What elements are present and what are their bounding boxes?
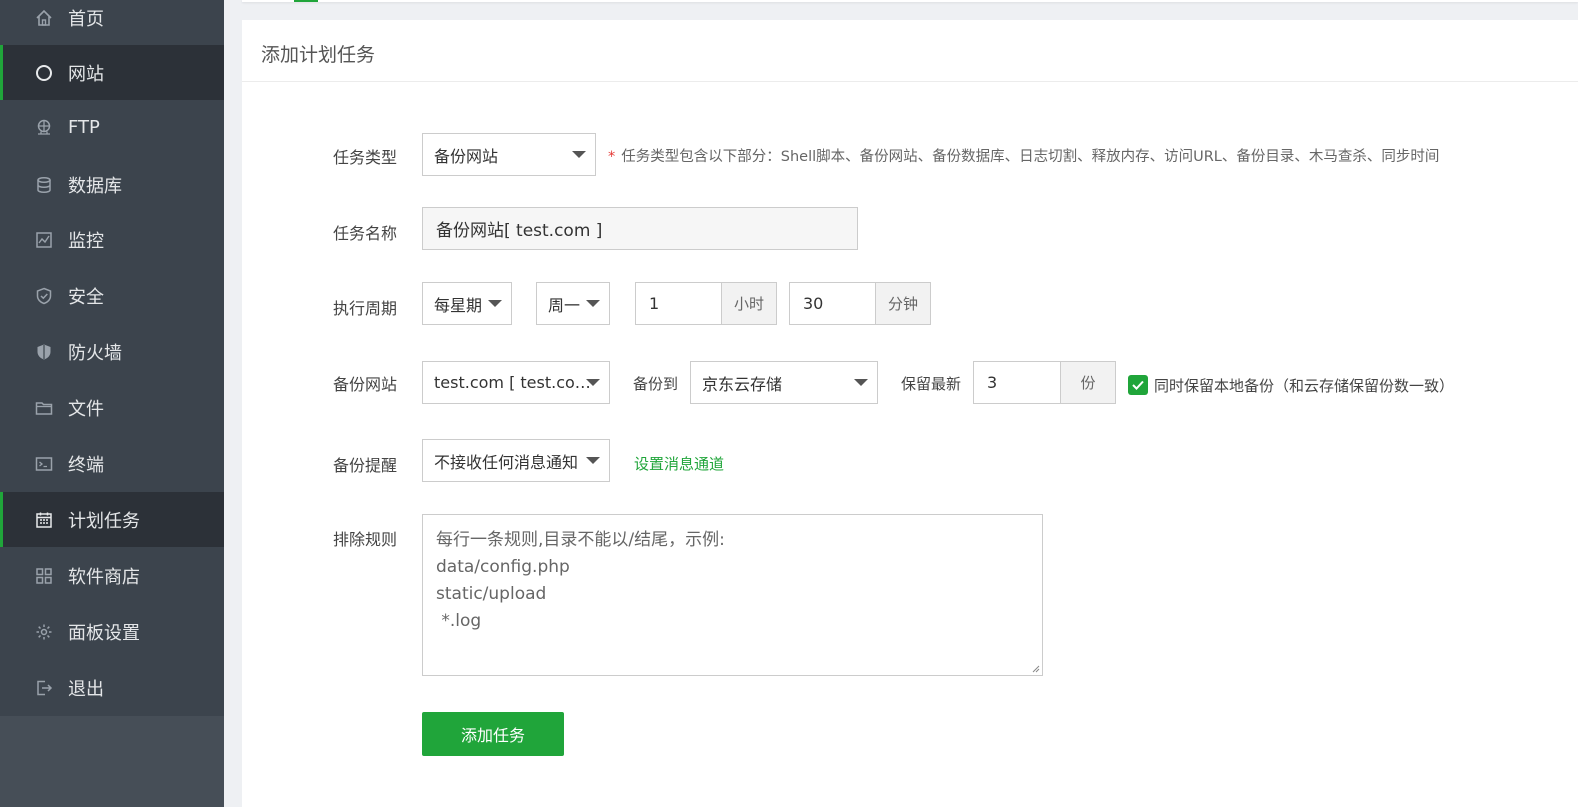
task-type-value: 备份网站 bbox=[434, 146, 499, 166]
sidebar-item-label: 退出 bbox=[68, 678, 104, 700]
sidebar-item-security[interactable]: 安全 bbox=[0, 268, 224, 323]
sidebar-item-cron[interactable]: 计划任务 bbox=[0, 492, 224, 547]
panel-title: 添加计划任务 bbox=[261, 44, 376, 66]
monitor-icon bbox=[34, 230, 54, 250]
sidebar-item-monitor[interactable]: 监控 bbox=[0, 212, 224, 267]
required-star: * bbox=[608, 149, 616, 165]
shield-check-icon bbox=[34, 286, 54, 306]
sidebar-item-database[interactable]: 数据库 bbox=[0, 157, 224, 212]
task-type-hint: * 任务类型包含以下部分：Shell脚本、备份网站、备份数据库、日志切割、释放内存… bbox=[608, 145, 1439, 166]
set-message-channel-link[interactable]: 设置消息通道 bbox=[634, 453, 724, 474]
cycle-label: 执行周期 bbox=[333, 299, 398, 318]
task-type-hint-text: 任务类型包含以下部分：Shell脚本、备份网站、备份数据库、日志切割、释放内存、… bbox=[621, 149, 1440, 165]
sidebar-item-label: 防火墙 bbox=[68, 342, 122, 364]
sidebar-item-ftp[interactable]: FTP bbox=[0, 100, 224, 155]
chevron-down-icon bbox=[854, 379, 868, 386]
sidebar-item-label: 首页 bbox=[68, 8, 104, 30]
task-name-label: 任务名称 bbox=[333, 224, 398, 243]
chevron-down-icon bbox=[586, 457, 600, 464]
apps-grid-icon bbox=[34, 566, 54, 586]
sidebar-item-label: 数据库 bbox=[68, 175, 122, 197]
keep-unit-addon: 份 bbox=[1060, 361, 1116, 404]
keep-local-checkbox[interactable] bbox=[1128, 375, 1148, 395]
keep-local-label: 同时保留本地备份（和云存储保留份数一致） bbox=[1154, 377, 1455, 395]
sidebar-item-label: 终端 bbox=[68, 454, 104, 476]
cycle-period-value: 每星期 bbox=[434, 295, 483, 315]
cycle-hour-input[interactable]: 1 bbox=[635, 282, 722, 325]
ftp-icon bbox=[34, 118, 54, 138]
minute-unit-addon: 分钟 bbox=[875, 282, 931, 325]
exclude-rules-textarea[interactable]: 每行一条规则,目录不能以/结尾，示例: data/config.php stat… bbox=[422, 514, 1043, 676]
backup-site-label: 备份网站 bbox=[333, 375, 398, 394]
exclude-placeholder-line: static/upload bbox=[436, 584, 547, 604]
logout-icon bbox=[34, 678, 54, 698]
home-icon bbox=[34, 8, 54, 28]
sidebar-item-app-store[interactable]: 软件商店 bbox=[0, 548, 224, 603]
calendar-icon bbox=[34, 510, 54, 530]
backup-to-label: 备份到 bbox=[633, 375, 679, 393]
sidebar: 首页 网站 FTP 数据库 监控 安全 防火墙 文件 终端 计划任务 软件商店 … bbox=[0, 0, 224, 807]
folder-icon bbox=[34, 398, 54, 418]
active-tab-indicator bbox=[294, 0, 318, 2]
notify-label: 备份提醒 bbox=[333, 456, 398, 475]
sidebar-item-logout[interactable]: 退出 bbox=[0, 660, 224, 715]
sidebar-item-files[interactable]: 文件 bbox=[0, 380, 224, 435]
cycle-period-select[interactable]: 每星期 bbox=[422, 282, 512, 325]
add-cron-panel: 添加计划任务 任务类型 备份网站 * 任务类型包含以下部分：Shell脚本、备份网… bbox=[242, 20, 1578, 807]
sidebar-item-label: 安全 bbox=[68, 286, 104, 308]
sidebar-item-label: FTP bbox=[68, 117, 100, 138]
resize-handle-icon[interactable] bbox=[1030, 663, 1040, 673]
sidebar-item-label: 面板设置 bbox=[68, 622, 140, 644]
task-name-value: 备份网站[ test.com ] bbox=[436, 221, 603, 241]
sidebar-item-label: 网站 bbox=[68, 63, 104, 85]
hour-unit-addon: 小时 bbox=[721, 282, 777, 325]
firewall-icon bbox=[34, 342, 54, 362]
sidebar-item-label: 文件 bbox=[68, 398, 104, 420]
backup-to-select[interactable]: 京东云存储 bbox=[690, 361, 878, 404]
sidebar-item-label: 计划任务 bbox=[68, 510, 140, 532]
cycle-weekday-select[interactable]: 周一 bbox=[536, 282, 610, 325]
sidebar-item-website[interactable]: 网站 bbox=[0, 45, 224, 100]
database-icon bbox=[34, 175, 54, 195]
exclude-placeholder-line: 每行一条规则,目录不能以/结尾，示例: bbox=[436, 530, 725, 550]
task-name-input[interactable]: 备份网站[ test.com ] bbox=[422, 207, 858, 250]
keep-latest-value: 3 bbox=[987, 373, 998, 392]
checkmark-icon bbox=[1132, 380, 1144, 390]
cycle-minute-value: 30 bbox=[803, 294, 824, 313]
backup-site-value: test.com [ test.com ] bbox=[434, 373, 592, 392]
sidebar-item-label: 软件商店 bbox=[68, 566, 140, 588]
sidebar-item-label: 监控 bbox=[68, 230, 104, 252]
exclude-placeholder-line: *.log bbox=[436, 611, 482, 631]
sidebar-item-home[interactable]: 首页 bbox=[0, 0, 224, 45]
cycle-minute-input[interactable]: 30 bbox=[789, 282, 876, 325]
chevron-down-icon bbox=[586, 379, 600, 386]
sidebar-item-firewall[interactable]: 防火墙 bbox=[0, 324, 224, 379]
cycle-hour-value: 1 bbox=[649, 294, 660, 313]
exclude-label: 排除规则 bbox=[333, 530, 398, 549]
sidebar-item-panel-settings[interactable]: 面板设置 bbox=[0, 604, 224, 659]
cycle-weekday-value: 周一 bbox=[548, 295, 581, 315]
chevron-down-icon bbox=[488, 300, 502, 307]
chevron-down-icon bbox=[586, 300, 600, 307]
panel-divider bbox=[242, 81, 1578, 82]
terminal-icon bbox=[34, 454, 54, 474]
backup-site-select[interactable]: test.com [ test.com ] bbox=[422, 361, 610, 404]
top-tab-strip bbox=[242, 0, 1578, 2]
task-type-label: 任务类型 bbox=[333, 148, 398, 167]
sidebar-item-terminal[interactable]: 终端 bbox=[0, 436, 224, 491]
task-type-select[interactable]: 备份网站 bbox=[422, 133, 596, 176]
sidebar-footer bbox=[0, 716, 224, 807]
notify-select[interactable]: 不接收任何消息通知 bbox=[422, 439, 610, 482]
chevron-down-icon bbox=[572, 151, 586, 158]
gear-icon bbox=[34, 622, 54, 642]
add-task-button[interactable]: 添加任务 bbox=[422, 712, 564, 756]
exclude-placeholder-line: data/config.php bbox=[436, 557, 570, 577]
keep-latest-input[interactable]: 3 bbox=[973, 361, 1061, 404]
notify-value: 不接收任何消息通知 bbox=[434, 452, 579, 472]
backup-to-value: 京东云存储 bbox=[702, 374, 783, 394]
globe-icon bbox=[34, 63, 54, 83]
keep-latest-label: 保留最新 bbox=[901, 375, 962, 393]
